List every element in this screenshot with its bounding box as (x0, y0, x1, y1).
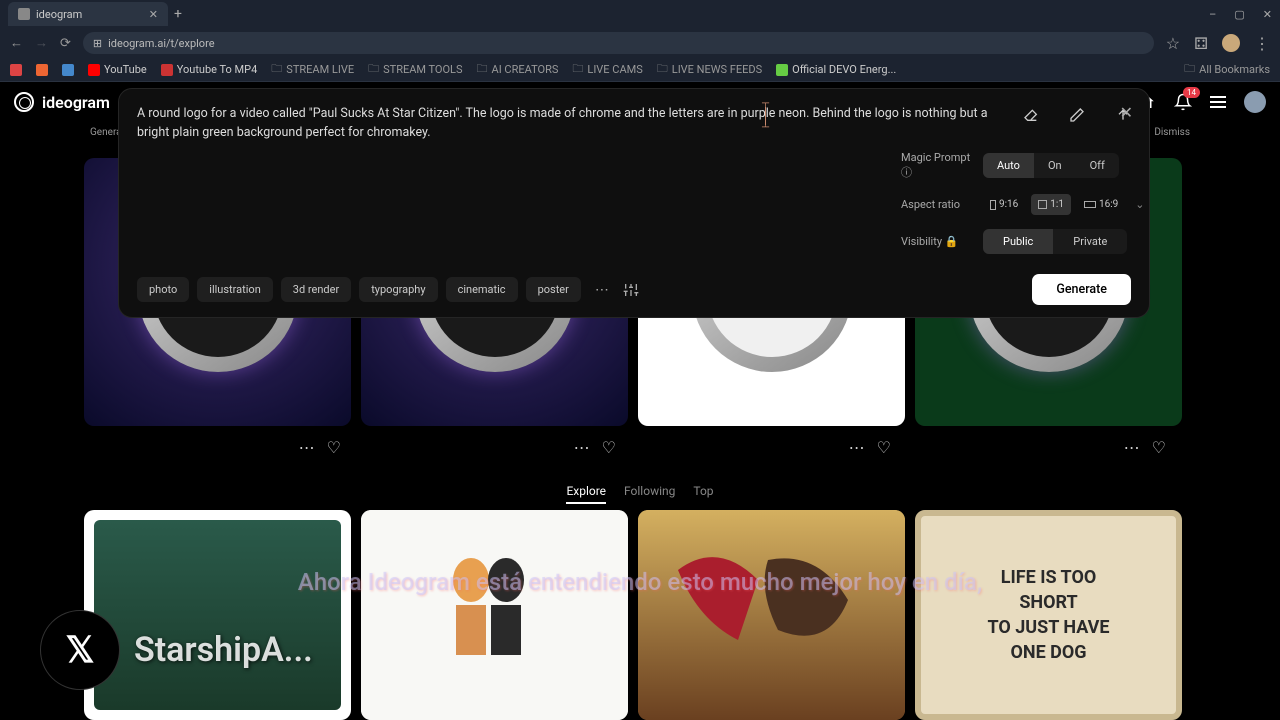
aspect-ratio-selector: 9:16 1:1 16:9 ⌄ (983, 194, 1148, 215)
aspect-1-1[interactable]: 1:1 (1031, 194, 1071, 215)
visibility-label: Visibility 🔒 (901, 235, 973, 248)
style-tag[interactable]: photo (137, 277, 189, 302)
like-icon[interactable]: ♡ (602, 438, 616, 457)
notifications-icon[interactable]: 14 (1174, 93, 1192, 111)
browser-titlebar: ideogram ✕ + – ▢ ✕ (0, 0, 1280, 28)
close-panel-icon[interactable]: ✕ (1120, 103, 1133, 122)
bookmark-folder[interactable]: 🗀 STREAM LIVE (271, 60, 354, 79)
all-bookmarks-button[interactable]: 🗀 All Bookmarks (1184, 60, 1270, 79)
tune-icon[interactable] (623, 282, 639, 298)
explore-card[interactable] (638, 510, 905, 720)
aspect-more-icon[interactable]: ⌄ (1131, 198, 1148, 211)
tab-favicon (18, 8, 30, 20)
bookmark-item[interactable]: YouTube (88, 63, 147, 76)
card-actions-row: ⋯ ♡ ⋯ ♡ ⋯ ♡ ⋯ ♡ (84, 438, 1184, 457)
watermark-icon: 𝕏 (40, 610, 120, 690)
back-button[interactable]: ← (10, 35, 23, 51)
card-menu-icon[interactable]: ⋯ (574, 438, 590, 457)
prompt-textarea[interactable]: A round logo for a video called "Paul Su… (137, 105, 1003, 143)
tab-top[interactable]: Top (693, 484, 713, 504)
prompt-panel: ✕ A round logo for a video called "Paul … (118, 88, 1150, 318)
explore-card[interactable]: LIFE IS TOO SHORT TO JUST HAVE ONE DOG (915, 510, 1182, 720)
logo-icon[interactable] (14, 92, 34, 112)
more-tags-icon[interactable]: ⋯ (589, 282, 615, 298)
notification-badge: 14 (1183, 87, 1200, 98)
bookmark-folder[interactable]: 🗀 AI CREATORS (477, 60, 559, 79)
bookmark-item[interactable]: Official DEVO Energ... (776, 63, 896, 76)
close-window-button[interactable]: ✕ (1263, 8, 1272, 21)
maximize-button[interactable]: ▢ (1234, 8, 1244, 21)
dismiss-link[interactable]: Dismiss (1154, 127, 1190, 138)
aspect-ratio-label: Aspect ratio (901, 198, 973, 211)
bookmark-folder[interactable]: 🗀 LIVE NEWS FEEDS (657, 60, 762, 79)
new-tab-button[interactable]: + (174, 6, 182, 22)
menu-icon[interactable] (1210, 96, 1226, 108)
extensions-icon[interactable]: ⚃ (1194, 34, 1208, 53)
user-avatar[interactable] (1244, 91, 1266, 113)
bookmark-item[interactable]: Youtube To MP4 (161, 63, 258, 76)
url-field[interactable]: ⊞ ideogram.ai/t/explore (83, 32, 1154, 54)
style-tag[interactable]: typography (359, 277, 437, 302)
visibility-toggle: Public Private (983, 229, 1127, 254)
magic-prompt-label: Magic Prompt ⓘ (901, 151, 973, 180)
generate-button[interactable]: Generate (1032, 274, 1131, 305)
profile-avatar[interactable] (1222, 34, 1240, 52)
bookmark-item[interactable] (10, 64, 22, 76)
magic-prompt-off[interactable]: Off (1076, 153, 1119, 178)
style-tag[interactable]: cinematic (446, 277, 518, 302)
reload-button[interactable]: ⟳ (60, 36, 71, 51)
tab-title: ideogram (36, 8, 82, 21)
logo-text[interactable]: ideogram (42, 93, 110, 112)
bookmark-folder[interactable]: 🗀 LIVE CAMS (572, 60, 642, 79)
aspect-16-9[interactable]: 16:9 (1077, 194, 1125, 215)
visibility-private[interactable]: Private (1053, 229, 1127, 254)
card-menu-icon[interactable]: ⋯ (1124, 438, 1140, 457)
magic-prompt-toggle: Auto On Off (983, 153, 1119, 178)
minimize-button[interactable]: – (1209, 8, 1216, 21)
tab-close-icon[interactable]: ✕ (149, 8, 158, 21)
eraser-icon[interactable] (1023, 107, 1039, 123)
aspect-9-16[interactable]: 9:16 (983, 194, 1025, 215)
style-tag[interactable]: 3d render (281, 277, 351, 302)
style-tags-row: photo illustration 3d render typography … (137, 274, 1131, 305)
explore-card[interactable] (361, 510, 628, 720)
watermark-text: StarshipA... (134, 630, 313, 670)
magic-prompt-auto[interactable]: Auto (983, 153, 1034, 178)
like-icon[interactable]: ♡ (877, 438, 891, 457)
magic-prompt-on[interactable]: On (1034, 153, 1076, 178)
url-text: ideogram.ai/t/explore (108, 37, 214, 50)
text-cursor-icon: ┬┴ (762, 101, 769, 131)
bookmark-star-icon[interactable]: ☆ (1166, 34, 1180, 53)
card-menu-icon[interactable]: ⋯ (849, 438, 865, 457)
generation-settings: Magic Prompt ⓘ Auto On Off Aspect ratio … (901, 151, 1149, 254)
card-text: LIFE IS TOO SHORT TO JUST HAVE ONE DOG (977, 555, 1119, 676)
browser-tab[interactable]: ideogram ✕ (8, 2, 168, 26)
like-icon[interactable]: ♡ (1152, 438, 1166, 457)
tab-explore[interactable]: Explore (566, 484, 606, 504)
style-tag[interactable]: poster (526, 277, 581, 302)
browser-menu-icon[interactable]: ⋮ (1254, 34, 1270, 53)
forward-button[interactable]: → (35, 35, 48, 51)
site-info-icon[interactable]: ⊞ (93, 37, 102, 50)
visibility-public[interactable]: Public (983, 229, 1053, 254)
address-bar: ← → ⟳ ⊞ ideogram.ai/t/explore ☆ ⚃ ⋮ (0, 28, 1280, 58)
style-tag[interactable]: illustration (197, 277, 272, 302)
edit-icon[interactable] (1069, 107, 1085, 123)
feed-tabs: Explore Following Top (0, 484, 1280, 504)
window-controls: – ▢ ✕ (1209, 8, 1272, 21)
like-icon[interactable]: ♡ (327, 438, 341, 457)
card-menu-icon[interactable]: ⋯ (299, 438, 315, 457)
watermark: 𝕏 StarshipA... (40, 610, 313, 690)
bookmark-item[interactable] (36, 64, 48, 76)
tab-following[interactable]: Following (624, 484, 675, 504)
bookmarks-bar: YouTube Youtube To MP4 🗀 STREAM LIVE 🗀 S… (0, 58, 1280, 82)
bookmark-folder[interactable]: 🗀 STREAM TOOLS (368, 60, 462, 79)
bookmark-item[interactable] (62, 64, 74, 76)
